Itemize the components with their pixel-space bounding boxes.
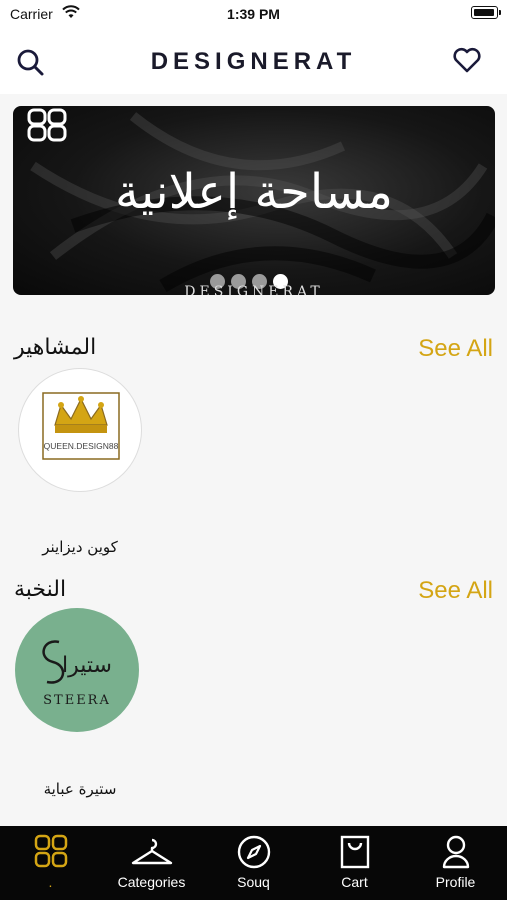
tab-home[interactable]: . xyxy=(0,826,101,900)
banner-brand: DESIGNERAT xyxy=(184,284,324,295)
app-title: DESIGNERAT xyxy=(150,48,357,75)
tab-profile[interactable]: Profile xyxy=(405,826,506,900)
status-time: 1:39 PM xyxy=(227,6,280,22)
section-title: النخبة xyxy=(14,577,67,602)
steera-script-text: ستيرا xyxy=(62,653,112,678)
tab-bar: . Categories Souq Cart Profile xyxy=(0,826,507,900)
nav-bar: DESIGNERAT xyxy=(0,30,507,94)
favorites-button[interactable] xyxy=(451,44,483,76)
steera-logo-icon: ستيرا STEERA xyxy=(42,640,112,708)
tab-label: Profile xyxy=(435,874,476,890)
steera-logo-text: STEERA xyxy=(43,693,111,708)
tab-categories[interactable]: Categories xyxy=(101,826,202,900)
bag-icon xyxy=(340,835,369,869)
crown-logo-icon: QUEEN.DESIGN88 xyxy=(42,392,120,460)
tab-souq[interactable]: Souq xyxy=(203,826,304,900)
designer-card[interactable]: QUEEN.DESIGN88 كوين ديزاينر xyxy=(15,368,145,556)
section-elite-header: النخبة See All xyxy=(0,577,507,611)
brand-logo-icon xyxy=(34,834,67,868)
tab-label: Cart xyxy=(341,874,368,890)
battery-icon xyxy=(471,6,501,19)
tab-label: . xyxy=(48,874,53,890)
see-all-button[interactable]: See All xyxy=(418,335,493,363)
designer-name: ستيرة عباية xyxy=(43,780,117,798)
brand-logo-icon xyxy=(27,108,67,142)
section-celebrities-header: المشاهير See All xyxy=(0,335,507,369)
compass-icon xyxy=(237,835,270,869)
designer-avatar[interactable]: ستيرا STEERA xyxy=(15,608,139,732)
designer-card[interactable]: ستيرا STEERA ستيرة عباية xyxy=(15,608,145,798)
promo-banner[interactable]: مساحة إعلانية DESIGNERAT xyxy=(13,106,495,295)
tab-cart[interactable]: Cart xyxy=(304,826,405,900)
person-icon xyxy=(442,835,469,869)
heart-icon xyxy=(453,47,481,73)
designer-avatar[interactable]: QUEEN.DESIGN88 xyxy=(18,368,142,492)
status-bar: Carrier 1:39 PM xyxy=(0,0,507,30)
tab-label: Souq xyxy=(237,874,270,890)
designer-name: كوين ديزاينر xyxy=(42,538,118,556)
tab-label: Categories xyxy=(117,874,186,890)
banner-headline: مساحة إعلانية xyxy=(114,164,393,220)
section-title: المشاهير xyxy=(14,335,97,360)
crown-logo-text: QUEEN.DESIGN88 xyxy=(44,441,119,451)
see-all-button[interactable]: See All xyxy=(418,577,493,605)
hanger-icon xyxy=(131,838,172,865)
